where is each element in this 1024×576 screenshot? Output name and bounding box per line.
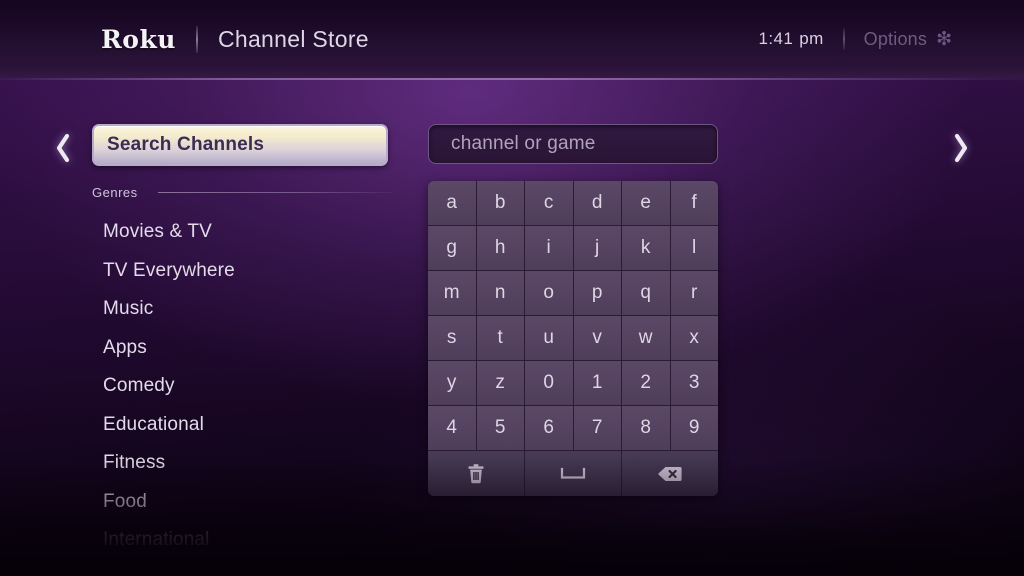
search-input[interactable]: channel or game <box>428 124 718 164</box>
key-8[interactable]: 8 <box>622 406 671 451</box>
key-y[interactable]: y <box>428 361 477 406</box>
key-s[interactable]: s <box>428 316 477 361</box>
key-w[interactable]: w <box>622 316 671 361</box>
trash-icon <box>466 463 486 485</box>
header-divider <box>195 25 198 53</box>
key-z[interactable]: z <box>476 361 525 406</box>
key-9[interactable]: 9 <box>670 406 718 451</box>
keyboard-row: 456789 <box>428 406 718 451</box>
key-r[interactable]: r <box>670 271 718 316</box>
keyboard-row: ghijkl <box>428 226 718 271</box>
header-divider-2 <box>842 28 845 50</box>
key-5[interactable]: 5 <box>476 406 525 451</box>
on-screen-keyboard: abcdefghijklmnopqrstuvwxyz0123456789 <box>428 181 718 496</box>
key-e[interactable]: e <box>622 181 671 226</box>
search-channels-label: Search Channels <box>107 134 265 155</box>
page-title: Channel Store <box>217 25 369 52</box>
header-branding: Roku Channel Store <box>101 25 369 54</box>
key-g[interactable]: g <box>428 226 477 271</box>
key-4[interactable]: 4 <box>428 406 477 451</box>
space-key[interactable] <box>525 451 622 496</box>
key-q[interactable]: q <box>622 271 671 316</box>
key-3[interactable]: 3 <box>670 361 718 406</box>
app-header: Roku Channel Store 1:41 pm Options ❇ <box>0 0 1024 78</box>
key-6[interactable]: 6 <box>525 406 574 451</box>
asterisk-icon: ❇ <box>936 28 952 50</box>
chevron-left-icon <box>54 133 72 163</box>
key-b[interactable]: b <box>476 181 525 226</box>
genre-item[interactable]: Food <box>92 483 392 522</box>
chevron-right-icon <box>952 133 970 163</box>
key-c[interactable]: c <box>525 181 574 226</box>
genres-divider <box>157 191 392 193</box>
genre-item[interactable]: International <box>92 521 392 560</box>
key-v[interactable]: v <box>573 316 622 361</box>
clock-ampm: pm <box>799 29 824 48</box>
header-status-area: 1:41 pm Options ❇ <box>759 0 952 78</box>
space-icon <box>560 467 586 481</box>
genres-heading: Genres <box>92 184 138 200</box>
genres-heading-row: Genres <box>92 183 392 201</box>
genre-list: Movies & TV TV Everywhere Music Apps Comedy E… <box>92 213 392 576</box>
genre-item[interactable]: TV Everywhere <box>92 252 392 291</box>
key-j[interactable]: j <box>573 226 622 271</box>
key-o[interactable]: o <box>525 271 574 316</box>
clock-time: 1:41 <box>758 29 794 48</box>
genre-item[interactable]: Music <box>92 290 392 329</box>
keyboard-row: abcdef <box>428 181 718 226</box>
key-a[interactable]: a <box>428 181 477 226</box>
search-panel: channel or game abcdefghijklmnopqrstuvwx… <box>428 124 718 496</box>
options-button[interactable]: Options ❇ <box>864 29 952 50</box>
key-1[interactable]: 1 <box>573 361 622 406</box>
nav-prev-button[interactable] <box>46 126 80 170</box>
key-n[interactable]: n <box>476 271 525 316</box>
search-input-placeholder: channel or game <box>451 133 596 154</box>
key-p[interactable]: p <box>573 271 622 316</box>
key-d[interactable]: d <box>573 181 622 226</box>
key-x[interactable]: x <box>670 316 718 361</box>
sidebar: Search Channels Genres Movies & TV TV Eve… <box>92 124 392 576</box>
roku-logo: Roku <box>101 24 176 54</box>
keyboard-row: mnopqr <box>428 271 718 316</box>
genre-item[interactable]: Fitness <box>92 444 392 483</box>
header-separator <box>0 78 1024 80</box>
genre-item[interactable]: Comedy <box>92 367 392 406</box>
options-label: Options <box>863 28 928 49</box>
search-channels-button[interactable]: Search Channels <box>92 124 388 166</box>
key-f[interactable]: f <box>670 181 718 226</box>
nav-next-button[interactable] <box>944 126 978 170</box>
keyboard-row: stuvwx <box>428 316 718 361</box>
genre-item[interactable]: Movies & TV <box>92 213 392 252</box>
clock: 1:41 pm <box>759 29 824 49</box>
keyboard-row: yz0123 <box>428 361 718 406</box>
key-0[interactable]: 0 <box>525 361 574 406</box>
key-h[interactable]: h <box>476 226 525 271</box>
roku-channel-store-screen: Roku Channel Store 1:41 pm Options ❇ Sear… <box>0 0 1024 576</box>
key-u[interactable]: u <box>525 316 574 361</box>
backspace-icon <box>657 465 683 483</box>
genre-item[interactable]: Apps <box>92 329 392 368</box>
key-2[interactable]: 2 <box>622 361 671 406</box>
key-i[interactable]: i <box>525 226 574 271</box>
genre-item[interactable]: Kids & Family <box>92 560 392 576</box>
backspace-key[interactable] <box>622 451 718 496</box>
key-t[interactable]: t <box>476 316 525 361</box>
genre-item[interactable]: Educational <box>92 406 392 445</box>
keyboard-function-row <box>428 451 718 496</box>
key-m[interactable]: m <box>428 271 477 316</box>
key-k[interactable]: k <box>622 226 671 271</box>
key-7[interactable]: 7 <box>573 406 622 451</box>
clear-key[interactable] <box>428 451 525 496</box>
key-l[interactable]: l <box>670 226 718 271</box>
